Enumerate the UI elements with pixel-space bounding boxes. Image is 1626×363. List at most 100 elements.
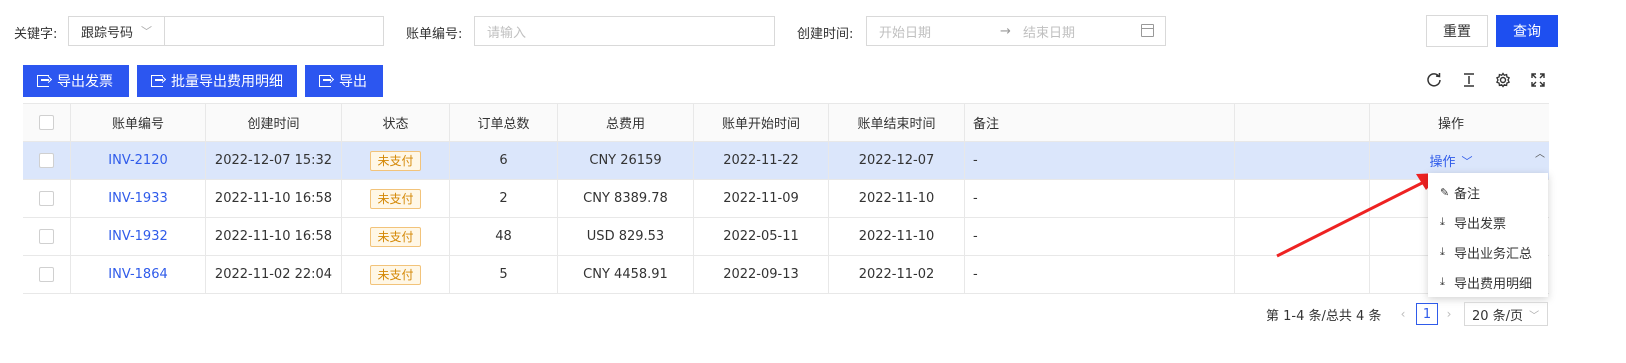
menu-item-remark[interactable]: ✎ 备注 [1428, 177, 1548, 207]
keyword-label: 关键字: [14, 27, 58, 42]
page-size-select[interactable]: 20 条/页 ﹀ [1464, 302, 1548, 326]
export-button[interactable]: 导出 [305, 65, 383, 97]
fullscreen-icon[interactable] [1528, 70, 1548, 90]
header-bill-no[interactable]: 账单编号 [71, 104, 206, 141]
end-cell: 2022-12-07 [829, 142, 965, 179]
page-size-value: 20 条/页 [1472, 308, 1524, 324]
chevron-right-icon[interactable]: › [1442, 304, 1456, 324]
status-badge: 未支付 [370, 226, 421, 247]
batch-export-button[interactable]: 批量导出费用明细 [137, 65, 297, 97]
calendar-icon [1141, 24, 1154, 37]
query-button[interactable]: 查询 [1496, 15, 1558, 47]
refresh-icon[interactable] [1424, 70, 1444, 90]
keyword-type-value: 跟踪号码 [81, 25, 134, 41]
menu-item-label: 导出发票 [1454, 216, 1507, 232]
bill-no-link[interactable]: INV-1933 [108, 191, 167, 206]
bill-no-link[interactable]: INV-1864 [108, 267, 167, 282]
header-total-fee[interactable]: 总费用 [558, 104, 694, 141]
reset-button[interactable]: 重置 [1426, 15, 1488, 47]
chevron-left-icon[interactable]: ‹ [1396, 304, 1410, 324]
menu-item-export-summary[interactable]: ⤓ 导出业务汇总 [1428, 237, 1548, 267]
row-checkbox[interactable] [39, 191, 54, 206]
page-number[interactable]: 1 [1416, 303, 1438, 325]
filter-bar: 关键字: 跟踪号码 ﹀ 账单编号: 请输入 创建时间: 开始日期 → 结束日期 … [0, 0, 1626, 62]
settings-icon[interactable] [1493, 70, 1513, 90]
remark-cell: - [965, 142, 1235, 179]
row-select-cell [23, 256, 71, 293]
status-badge: 未支付 [370, 188, 421, 209]
download-icon: ⤓ [1440, 245, 1445, 258]
status-cell: 未支付 [342, 256, 450, 293]
date-end-placeholder[interactable]: 结束日期 [1023, 22, 1075, 41]
bill-no-link[interactable]: INV-2120 [108, 153, 167, 168]
scroll-up-icon[interactable]: ︿ [1532, 142, 1548, 162]
download-icon: ⤓ [1440, 215, 1445, 228]
total-fee-cell: USD 829.53 [558, 218, 694, 255]
bill-no-placeholder: 请输入 [487, 25, 527, 41]
action-dropdown-menu: ✎ 备注 ⤓ 导出发票 ⤓ 导出业务汇总 ⤓ 导出费用明细 [1428, 173, 1548, 297]
arrow-right-icon: → [1000, 23, 1011, 39]
bill-no-link[interactable]: INV-1932 [108, 229, 167, 244]
table-header: 账单编号 创建时间 状态 订单总数 总费用 账单开始时间 账单结束时间 备注 操… [23, 104, 1549, 142]
column-height-icon[interactable] [1459, 70, 1479, 90]
header-created[interactable]: 创建时间 [206, 104, 342, 141]
bill-no-cell: INV-2120 [71, 142, 206, 179]
created-cell: 2022-11-02 22:04 [206, 256, 342, 293]
header-status[interactable]: 状态 [342, 104, 450, 141]
header-orders[interactable]: 订单总数 [450, 104, 558, 141]
total-fee-cell: CNY 8389.78 [558, 180, 694, 217]
total-fee-cell: CNY 4458.91 [558, 256, 694, 293]
remark-cell: - [965, 180, 1235, 217]
bill-no-input[interactable]: 请输入 [474, 16, 775, 46]
export-icon [319, 75, 331, 87]
row-checkbox[interactable] [39, 229, 54, 244]
bill-no-cell: INV-1933 [71, 180, 206, 217]
menu-item-label: 导出费用明细 [1454, 276, 1533, 292]
header-action: 操作 [1437, 117, 1464, 132]
status-cell: 未支付 [342, 180, 450, 217]
menu-item-export-fee-detail[interactable]: ⤓ 导出费用明细 [1428, 267, 1548, 297]
keyword-input-group: 跟踪号码 ﹀ [68, 16, 384, 46]
keyword-type-select[interactable]: 跟踪号码 ﹀ [69, 17, 165, 45]
start-cell: 2022-11-09 [694, 180, 829, 217]
chevron-down-icon: ﹀ [141, 25, 153, 38]
status-cell: 未支付 [342, 218, 450, 255]
row-checkbox[interactable] [39, 153, 54, 168]
export-invoice-button[interactable]: 导出发票 [23, 65, 129, 97]
end-cell: 2022-11-02 [829, 256, 965, 293]
header-start[interactable]: 账单开始时间 [694, 104, 829, 141]
edit-icon: ✎ [1440, 185, 1450, 199]
menu-item-label: 导出业务汇总 [1454, 246, 1533, 262]
export-icon [37, 75, 49, 87]
batch-export-label: 批量导出费用明细 [171, 74, 283, 90]
date-start-placeholder[interactable]: 开始日期 [879, 22, 931, 41]
menu-item-export-invoice[interactable]: ⤓ 导出发票 [1428, 207, 1548, 237]
export-invoice-label: 导出发票 [57, 74, 113, 90]
select-all-cell [23, 104, 71, 141]
chevron-down-icon: ﹀ [1461, 154, 1473, 168]
row-checkbox[interactable] [39, 267, 54, 282]
start-cell: 2022-09-13 [694, 256, 829, 293]
orders-cell: 5 [450, 256, 558, 293]
remark-cell: - [965, 218, 1235, 255]
download-icon: ⤓ [1440, 275, 1445, 288]
date-range-picker[interactable]: 开始日期 → 结束日期 [866, 16, 1166, 46]
status-badge: 未支付 [370, 264, 421, 285]
annotation-arrow-icon [1276, 173, 1442, 258]
menu-item-label: 备注 [1454, 186, 1481, 202]
created-cell: 2022-12-07 15:32 [206, 142, 342, 179]
header-spacer [1235, 104, 1370, 141]
row-select-cell [23, 218, 71, 255]
chevron-down-icon: ﹀ [1529, 310, 1540, 322]
header-end[interactable]: 账单结束时间 [829, 104, 965, 141]
bill-no-cell: INV-1864 [71, 256, 206, 293]
bill-no-label: 账单编号: [406, 27, 463, 42]
row-select-cell [23, 142, 71, 179]
keyword-input[interactable] [165, 17, 383, 45]
orders-cell: 6 [450, 142, 558, 179]
remark-cell: - [965, 256, 1235, 293]
end-cell: 2022-11-10 [829, 180, 965, 217]
created-cell: 2022-11-10 16:58 [206, 218, 342, 255]
select-all-checkbox[interactable] [39, 115, 54, 130]
total-fee-cell: CNY 26159 [558, 142, 694, 179]
